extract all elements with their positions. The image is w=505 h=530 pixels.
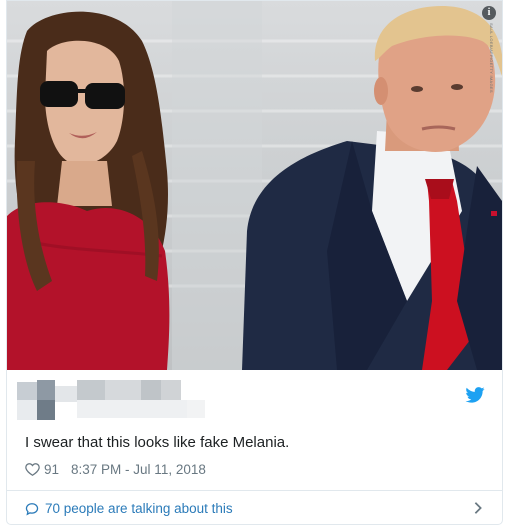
photo-credit: SAUL LOEB/AFP/GETTY IMAGES <box>489 23 494 93</box>
tweet-text: I swear that this looks like fake Melani… <box>25 434 290 451</box>
speech-bubble-icon <box>25 502 39 515</box>
tweet-meta: 91 8:37 PM - Jul 11, 2018 <box>25 460 206 478</box>
tweet-author-blurred[interactable] <box>7 370 502 420</box>
heart-icon[interactable] <box>25 462 40 476</box>
twitter-bird-icon[interactable] <box>465 387 485 403</box>
talking-about-text[interactable]: 70 people are talking about this <box>45 501 233 516</box>
talking-about-link[interactable]: 70 people are talking about this <box>25 501 233 516</box>
photo-illustration <box>7 1 502 370</box>
embedded-tweet-card: i SAUL LOEB/AFP/GETTY IMAGES I swear tha… <box>6 0 503 525</box>
divider <box>7 490 502 491</box>
info-icon[interactable]: i <box>482 6 496 20</box>
tweet-timestamp[interactable]: 8:37 PM - Jul 11, 2018 <box>71 462 206 477</box>
chevron-right-icon[interactable] <box>473 501 483 515</box>
tweet-photo[interactable]: i SAUL LOEB/AFP/GETTY IMAGES <box>7 1 502 370</box>
like-count[interactable]: 91 <box>44 462 59 477</box>
